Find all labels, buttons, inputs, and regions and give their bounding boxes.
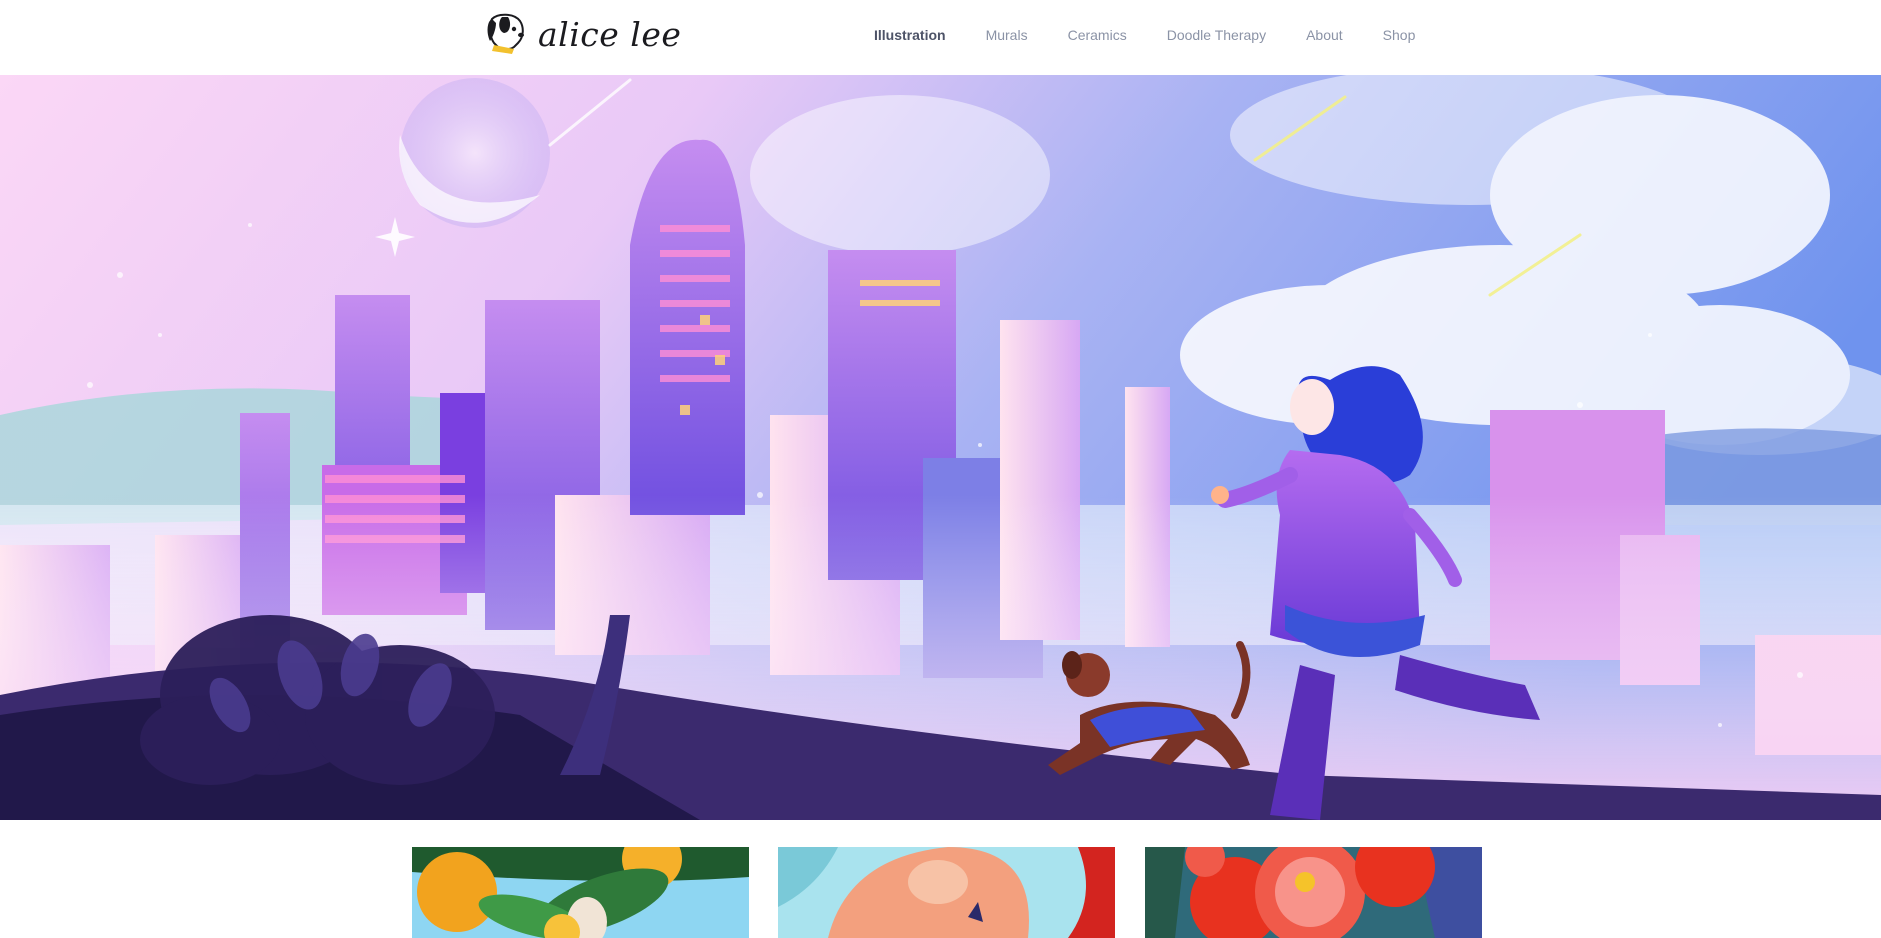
site-header: alice lee Illustration Murals Ceramics D… (0, 0, 1881, 76)
main-nav: Illustration Murals Ceramics Doodle Ther… (874, 0, 1415, 70)
nav-item-illustration[interactable]: Illustration (874, 27, 946, 43)
thumbnail-oranges[interactable] (412, 847, 749, 938)
brand-logo-link[interactable]: alice lee (484, 12, 681, 56)
dog-head-icon (484, 13, 528, 55)
brand-name: alice lee (538, 14, 682, 54)
nav-item-murals[interactable]: Murals (986, 27, 1028, 43)
thumbnail-orange-shape[interactable] (778, 847, 1115, 938)
nav-item-doodle-therapy[interactable]: Doodle Therapy (1167, 27, 1266, 43)
nav-item-ceramics[interactable]: Ceramics (1068, 27, 1127, 43)
hero-illustration[interactable] (0, 75, 1881, 820)
nav-item-about[interactable]: About (1306, 27, 1343, 43)
thumbnail-grid (0, 847, 1881, 938)
nav-item-shop[interactable]: Shop (1383, 27, 1416, 43)
thumbnail-red-flowers[interactable] (1145, 847, 1482, 938)
